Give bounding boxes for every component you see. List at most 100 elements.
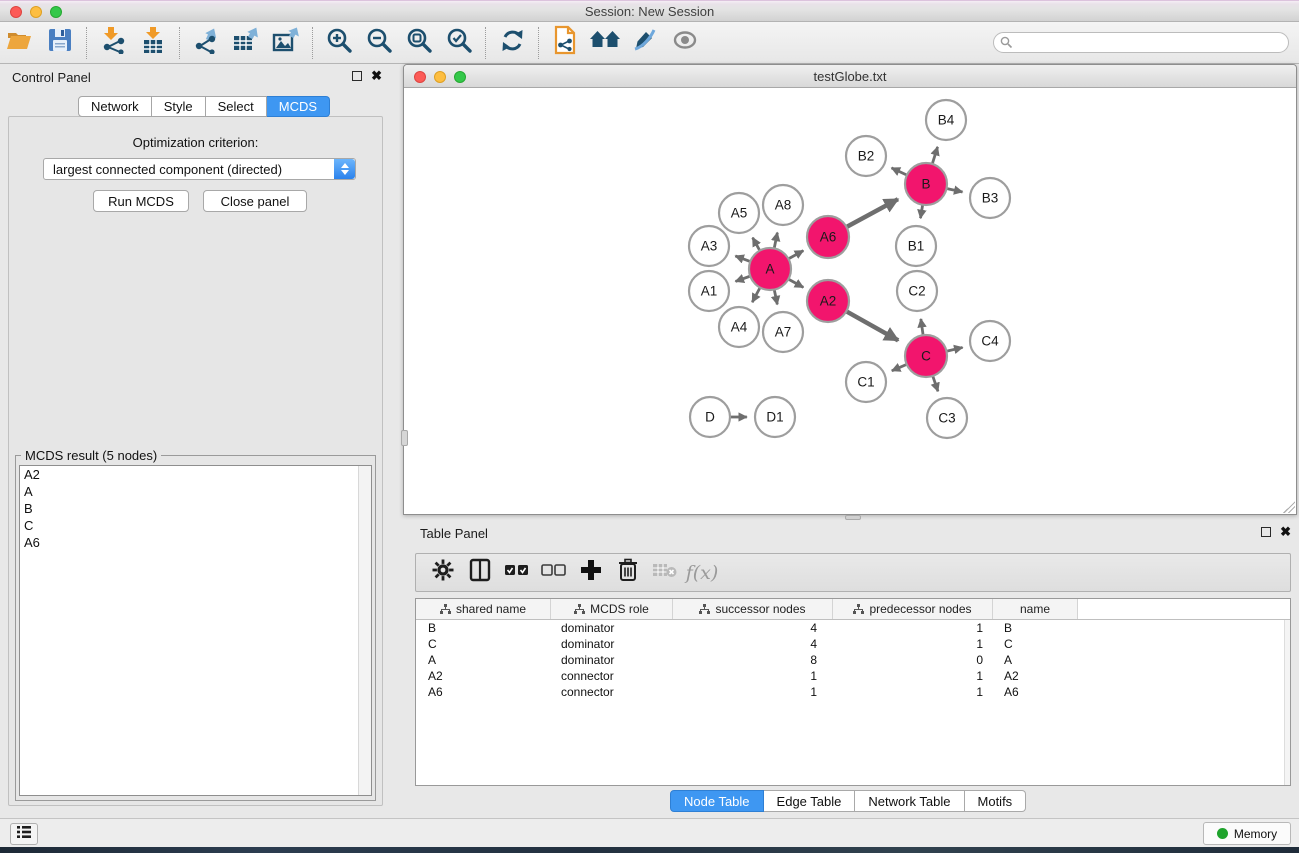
tab-network-table[interactable]: Network Table bbox=[855, 790, 964, 812]
graph-edge[interactable] bbox=[932, 147, 937, 164]
minimize-network-window-button[interactable] bbox=[434, 71, 446, 83]
table-cell-mcds_role[interactable]: dominator bbox=[551, 637, 673, 651]
tab-select[interactable]: Select bbox=[206, 96, 267, 117]
graph-node[interactable]: A2 bbox=[807, 280, 849, 322]
close-panel-button[interactable]: Close panel bbox=[203, 190, 307, 212]
graph-node[interactable]: C3 bbox=[927, 398, 967, 438]
table-cell-predecessor_nodes[interactable]: 0 bbox=[833, 653, 993, 667]
minimize-window-button[interactable] bbox=[30, 6, 42, 18]
table-cell-mcds_role[interactable]: connector bbox=[551, 685, 673, 699]
table-cell-name[interactable]: A6 bbox=[993, 685, 1078, 699]
graph-edge[interactable] bbox=[946, 347, 962, 351]
import-network-button[interactable] bbox=[95, 26, 131, 60]
tab-node-table[interactable]: Node Table bbox=[670, 790, 764, 812]
close-table-panel-icon[interactable]: ✖ bbox=[1280, 527, 1291, 537]
table-cell-successor_nodes[interactable]: 1 bbox=[673, 669, 833, 683]
table-cell-successor_nodes[interactable]: 1 bbox=[673, 685, 833, 699]
table-cell-predecessor_nodes[interactable]: 1 bbox=[833, 637, 993, 651]
tab-motifs[interactable]: Motifs bbox=[965, 790, 1027, 812]
function-builder-button[interactable]: f(x) bbox=[685, 558, 719, 588]
network-window-titlebar[interactable]: testGlobe.txt bbox=[404, 65, 1296, 88]
table-cell-shared_name[interactable]: B bbox=[416, 621, 551, 635]
table-row[interactable]: Cdominator41C bbox=[416, 636, 1290, 652]
zoom-fit-button[interactable] bbox=[401, 26, 437, 60]
table-cell-mcds_role[interactable]: dominator bbox=[551, 621, 673, 635]
graph-edge[interactable] bbox=[921, 319, 923, 335]
graph-node[interactable]: A1 bbox=[689, 271, 729, 311]
add-column-button[interactable] bbox=[574, 558, 608, 588]
task-manager-button[interactable] bbox=[10, 823, 38, 845]
delete-column-button[interactable] bbox=[611, 558, 645, 588]
tab-network[interactable]: Network bbox=[78, 96, 152, 117]
result-item[interactable]: C bbox=[20, 517, 371, 534]
zoom-window-button[interactable] bbox=[50, 6, 62, 18]
window-resize-grip[interactable] bbox=[1283, 501, 1295, 513]
table-cell-shared_name[interactable]: C bbox=[416, 637, 551, 651]
table-cell-predecessor_nodes[interactable]: 1 bbox=[833, 669, 993, 683]
graph-edge[interactable] bbox=[947, 188, 963, 191]
deselect-all-button[interactable] bbox=[537, 558, 571, 588]
column-header-name[interactable]: name bbox=[993, 599, 1078, 619]
graph-edge[interactable] bbox=[735, 256, 750, 262]
graph-node[interactable]: A4 bbox=[719, 307, 759, 347]
table-cell-successor_nodes[interactable]: 8 bbox=[673, 653, 833, 667]
delete-table-button[interactable] bbox=[648, 558, 682, 588]
network-from-file-button[interactable] bbox=[547, 26, 583, 60]
graph-node[interactable]: A7 bbox=[763, 312, 803, 352]
tab-edge-table[interactable]: Edge Table bbox=[764, 790, 856, 812]
close-panel-icon[interactable]: ✖ bbox=[371, 71, 382, 81]
column-header-predecessor-nodes[interactable]: predecessor nodes bbox=[833, 599, 993, 619]
table-cell-name[interactable]: A bbox=[993, 653, 1078, 667]
toggle-annotations-button[interactable] bbox=[627, 26, 663, 60]
table-cell-name[interactable]: A2 bbox=[993, 669, 1078, 683]
graph-edge[interactable] bbox=[753, 238, 760, 251]
graph-edge[interactable] bbox=[774, 233, 777, 249]
table-row[interactable]: Bdominator41B bbox=[416, 620, 1290, 636]
table-row[interactable]: A6connector11A6 bbox=[416, 684, 1290, 700]
graph-edge[interactable] bbox=[933, 376, 938, 391]
open-session-button[interactable] bbox=[2, 26, 38, 60]
graph-node[interactable]: A3 bbox=[689, 226, 729, 266]
table-row[interactable]: Adominator80A bbox=[416, 652, 1290, 668]
graph-node[interactable]: B bbox=[905, 163, 947, 205]
graph-edge[interactable] bbox=[788, 279, 803, 287]
graph-node[interactable]: A6 bbox=[807, 216, 849, 258]
graph-edge[interactable] bbox=[892, 168, 907, 175]
graph-node[interactable]: D1 bbox=[755, 397, 795, 437]
zoom-selected-button[interactable] bbox=[441, 26, 477, 60]
import-table-button[interactable] bbox=[135, 26, 171, 60]
graph-node[interactable]: C1 bbox=[846, 362, 886, 402]
result-item[interactable]: A bbox=[20, 483, 371, 500]
refresh-layout-button[interactable] bbox=[494, 26, 530, 60]
graph-node[interactable]: C4 bbox=[970, 321, 1010, 361]
zoom-in-button[interactable] bbox=[321, 26, 357, 60]
run-mcds-button[interactable]: Run MCDS bbox=[93, 190, 189, 212]
export-table-button[interactable] bbox=[228, 26, 264, 60]
graph-edge[interactable] bbox=[846, 199, 897, 227]
search-input[interactable] bbox=[993, 32, 1289, 53]
column-header-shared-name[interactable]: shared name bbox=[416, 599, 551, 619]
graph-node[interactable]: A5 bbox=[719, 193, 759, 233]
show-columns-button[interactable] bbox=[463, 558, 497, 588]
graph-edge[interactable] bbox=[752, 288, 760, 303]
tab-mcds[interactable]: MCDS bbox=[267, 96, 330, 117]
result-item[interactable]: A6 bbox=[20, 534, 371, 551]
graph-node[interactable]: C2 bbox=[897, 271, 937, 311]
float-table-panel-icon[interactable] bbox=[1261, 527, 1271, 537]
column-header-MCDS-role[interactable]: MCDS role bbox=[551, 599, 673, 619]
show-graphics-details-button[interactable] bbox=[667, 26, 703, 60]
left-splitter-handle[interactable] bbox=[401, 430, 408, 446]
export-network-button[interactable] bbox=[188, 26, 224, 60]
close-window-button[interactable] bbox=[10, 6, 22, 18]
graph-node[interactable]: B4 bbox=[926, 100, 966, 140]
memory-button[interactable]: Memory bbox=[1203, 822, 1291, 845]
table-cell-predecessor_nodes[interactable]: 1 bbox=[833, 621, 993, 635]
table-cell-shared_name[interactable]: A bbox=[416, 653, 551, 667]
table-row[interactable]: A2connector11A2 bbox=[416, 668, 1290, 684]
float-panel-icon[interactable] bbox=[352, 71, 362, 81]
graph-node[interactable]: A8 bbox=[763, 185, 803, 225]
graph-edge[interactable] bbox=[920, 205, 922, 218]
graph-node[interactable]: C bbox=[905, 335, 947, 377]
table-scrollbar[interactable] bbox=[1284, 620, 1290, 785]
table-cell-predecessor_nodes[interactable]: 1 bbox=[833, 685, 993, 699]
